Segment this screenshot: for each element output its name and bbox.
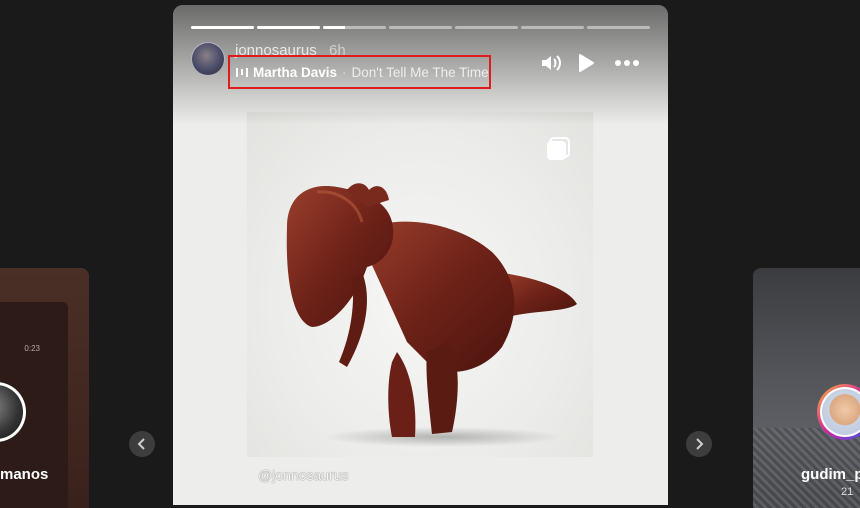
- story-image: [247, 112, 593, 457]
- next-button[interactable]: [686, 431, 712, 457]
- music-song[interactable]: Don't Tell Me The Time: [352, 65, 489, 80]
- previous-story-username[interactable]: manos: [0, 466, 48, 483]
- chevron-right-icon: [696, 438, 704, 450]
- more-icon: [615, 60, 639, 66]
- chevron-left-icon: [137, 438, 145, 450]
- progress-segment: [257, 26, 320, 29]
- more-options-button[interactable]: [614, 50, 640, 76]
- previous-button[interactable]: [129, 431, 155, 457]
- story-progress: [191, 26, 650, 29]
- music-attribution[interactable]: Martha Davis · Don't Tell Me The Time: [228, 55, 491, 89]
- music-bars-icon: [236, 66, 248, 78]
- play-icon: [579, 54, 594, 72]
- next-story-preview[interactable]: gudim_p 21: [753, 268, 860, 508]
- mention-handle[interactable]: @jonnosaurus: [258, 467, 349, 483]
- play-button[interactable]: [573, 50, 599, 76]
- story-viewer[interactable]: @jonnosaurus jonnosaurus 6h Martha Davis…: [173, 5, 668, 505]
- dinosaur-sculpture: [286, 183, 577, 447]
- sound-button[interactable]: [538, 50, 564, 76]
- next-story-time: 21: [841, 486, 854, 498]
- music-separator: ·: [342, 64, 347, 80]
- progress-segment: [323, 26, 386, 29]
- story-avatar[interactable]: [191, 42, 225, 76]
- progress-segment: [389, 26, 452, 29]
- progress-segment: [455, 26, 518, 29]
- music-artist[interactable]: Martha Davis: [253, 65, 337, 80]
- progress-segment: [587, 26, 650, 29]
- previous-story-time: 0:23: [24, 344, 40, 353]
- next-story-username[interactable]: gudim_p: [801, 466, 860, 483]
- speaker-icon: [542, 55, 561, 71]
- progress-segment: [191, 26, 254, 29]
- carousel-icon: [545, 136, 571, 167]
- progress-segment: [521, 26, 584, 29]
